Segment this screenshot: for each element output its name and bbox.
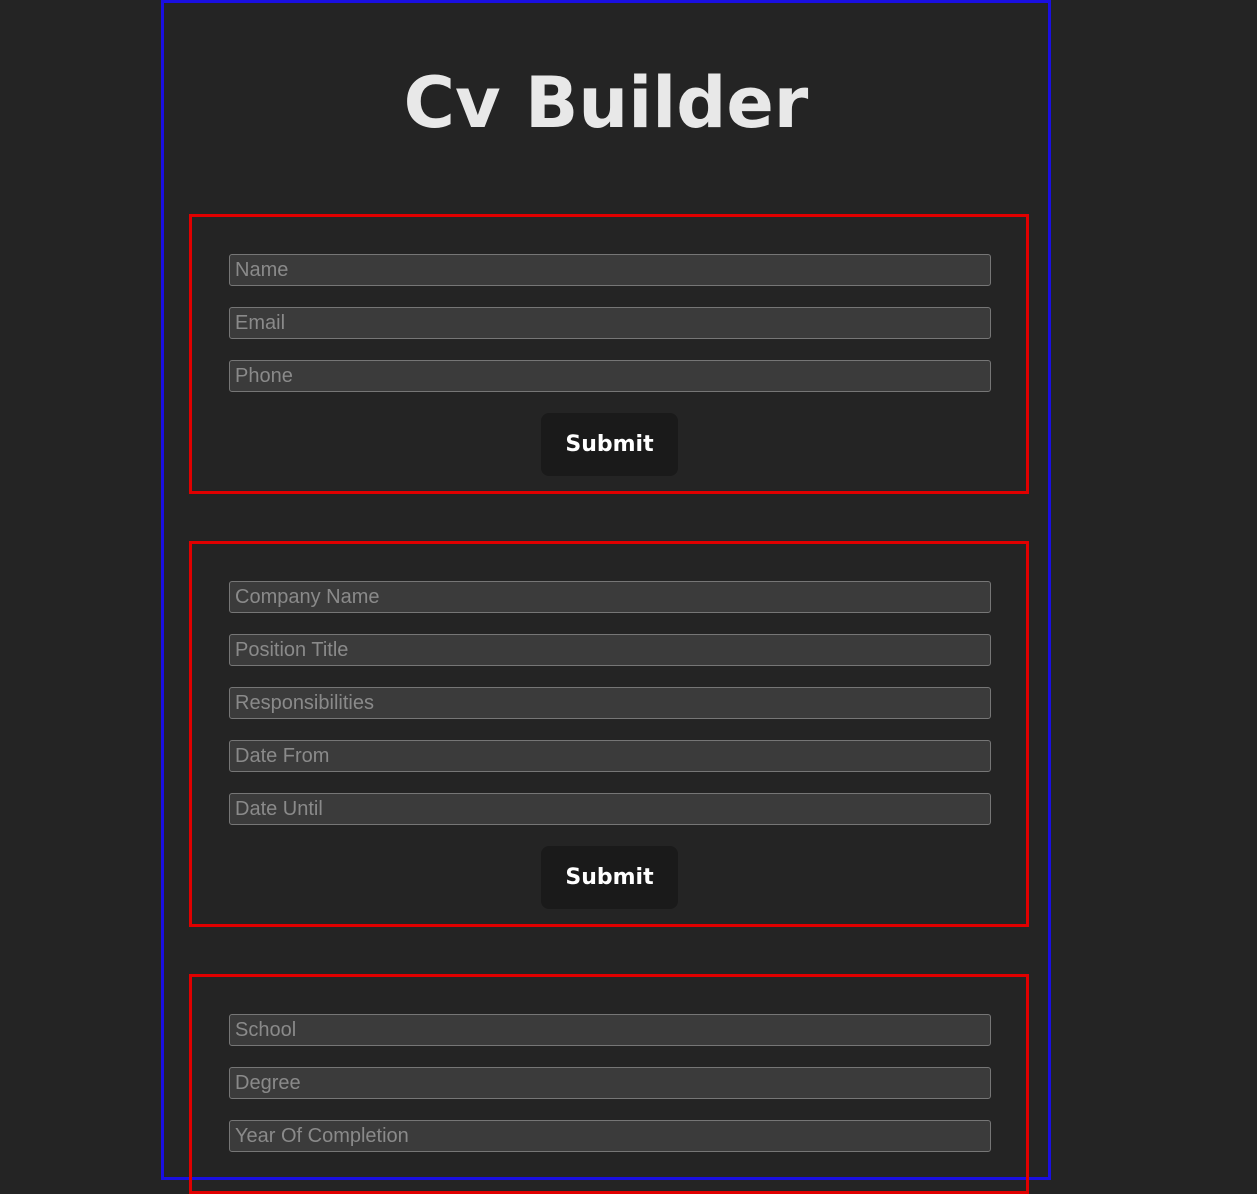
page-title: Cv Builder [403,62,809,144]
name-input[interactable] [229,254,991,286]
email-input[interactable] [229,307,991,339]
experience-submit-button[interactable]: Submit [541,846,678,909]
app-container: Cv Builder Submit Submit [161,0,1051,1194]
phone-input[interactable] [229,360,991,392]
responsibilities-input[interactable] [229,687,991,719]
position-title-input[interactable] [229,634,991,666]
degree-input[interactable] [229,1067,991,1099]
general-info-form: Submit [189,214,1029,494]
date-until-input[interactable] [229,793,991,825]
school-input[interactable] [229,1014,991,1046]
general-info-submit-button[interactable]: Submit [541,413,678,476]
year-of-completion-input[interactable] [229,1120,991,1152]
date-from-input[interactable] [229,740,991,772]
education-form [189,974,1029,1194]
experience-form: Submit [189,541,1029,927]
company-name-input[interactable] [229,581,991,613]
